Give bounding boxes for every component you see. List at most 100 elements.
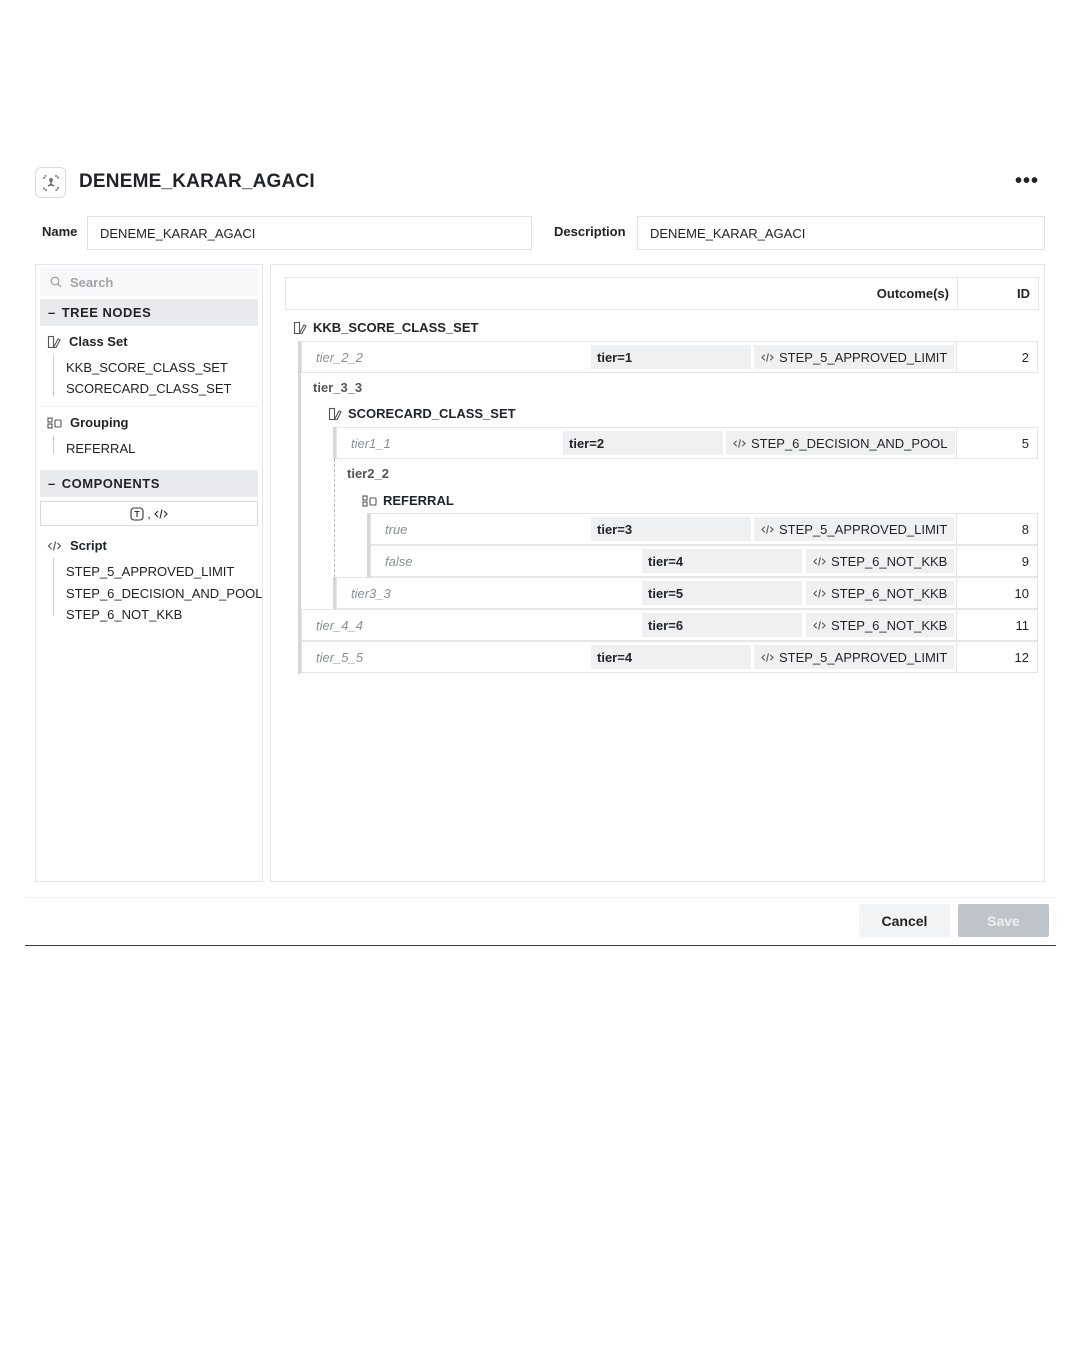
filter-separator: ,: [147, 506, 151, 521]
divider: [40, 406, 258, 407]
tree-row[interactable]: tier_2_2 tier=1 STEP_5_APPROVED_LIMIT 2: [301, 341, 1038, 373]
save-button[interactable]: Save: [958, 904, 1049, 937]
tree-connector: [53, 436, 54, 454]
components-section-header[interactable]: – COMPONENTS: [40, 470, 258, 497]
branch-label: tier1_1: [351, 436, 391, 451]
row-id: 8: [1021, 522, 1029, 537]
name-field[interactable]: DENEME_KARAR_AGACI: [87, 216, 532, 250]
collapse-icon: –: [48, 476, 56, 491]
outcome-chip[interactable]: STEP_6_NOT_KKB: [806, 581, 955, 605]
outcome-chip[interactable]: STEP_5_APPROVED_LIMIT: [754, 645, 955, 669]
class-set-icon: [328, 407, 342, 420]
branch-label: tier3_3: [351, 586, 391, 601]
tree-node-scorecard[interactable]: SCORECARD_CLASS_SET: [328, 406, 516, 421]
script-group: Script: [47, 538, 107, 553]
row-id: 11: [1015, 618, 1030, 633]
row-id: 2: [1021, 350, 1029, 365]
outcome-name: STEP_6_DECISION_AND_POOL: [751, 435, 948, 451]
column-separator: [956, 610, 957, 640]
condition[interactable]: tier=2: [563, 431, 723, 455]
tree-row[interactable]: tier1_1 tier=2 STEP_6_DECISION_AND_POOL …: [336, 427, 1038, 459]
description-label: Description: [554, 224, 626, 239]
id-column-header: ID: [1017, 286, 1030, 301]
column-separator: [956, 642, 957, 672]
branch-label: tier2_2: [347, 466, 389, 481]
branch-label: false: [385, 554, 413, 569]
column-separator: [956, 428, 957, 458]
condition[interactable]: tier=1: [591, 345, 751, 369]
code-icon: [153, 508, 168, 519]
outcome-chip[interactable]: STEP_6_NOT_KKB: [806, 613, 955, 637]
outcome-name: STEP_5_APPROVED_LIMIT: [779, 521, 948, 537]
tree-node-root[interactable]: KKB_SCORE_CLASS_SET: [293, 320, 478, 335]
grouping-group: Grouping: [47, 415, 129, 430]
column-separator: [957, 278, 958, 309]
footer-divider: [25, 897, 1056, 898]
code-icon: [813, 588, 826, 598]
grouping-item[interactable]: REFERRAL: [66, 441, 135, 456]
grouping-icon: [362, 494, 377, 507]
code-icon: [761, 352, 774, 362]
script-label: Script: [70, 538, 107, 553]
cancel-button[interactable]: Cancel: [859, 904, 950, 937]
column-separator: [956, 514, 957, 544]
code-icon: [813, 620, 826, 630]
grouping-icon: [47, 416, 62, 429]
condition[interactable]: tier=6: [642, 613, 802, 637]
branch-label: tier_5_5: [316, 650, 363, 665]
class-set-icon: [293, 321, 307, 334]
row-id: 10: [1014, 586, 1029, 601]
code-icon: [47, 540, 62, 551]
class-set-item[interactable]: SCORECARD_CLASS_SET: [66, 381, 231, 396]
description-field[interactable]: DENEME_KARAR_AGACI: [637, 216, 1045, 250]
tree-connector: [53, 355, 54, 396]
tree-row[interactable]: tier_5_5 tier=4 STEP_5_APPROVED_LIMIT 12: [301, 641, 1038, 673]
class-set-icon: [47, 335, 61, 348]
more-options-button[interactable]: •••: [1015, 170, 1039, 193]
column-separator: [956, 342, 957, 372]
tree-row[interactable]: true tier=3 STEP_5_APPROVED_LIMIT 8: [370, 513, 1038, 545]
script-item[interactable]: STEP_6_DECISION_AND_POOL: [66, 586, 263, 601]
tree-table-header: Outcome(s) ID: [285, 277, 1039, 310]
code-icon: [733, 438, 746, 448]
condition[interactable]: tier=5: [642, 581, 802, 605]
code-icon: [813, 556, 826, 566]
branch-label: tier_2_2: [316, 350, 363, 365]
condition[interactable]: tier=4: [642, 549, 802, 573]
text-component-icon: [130, 506, 144, 521]
outcome-column-header: Outcome(s): [876, 286, 949, 301]
outcome-chip[interactable]: STEP_5_APPROVED_LIMIT: [754, 345, 955, 369]
search-input[interactable]: Search: [40, 268, 258, 296]
search-icon: [50, 276, 62, 288]
outcome-chip[interactable]: STEP_6_NOT_KKB: [806, 549, 955, 573]
row-id: 12: [1014, 650, 1029, 665]
condition[interactable]: tier=3: [591, 517, 751, 541]
script-item[interactable]: STEP_6_NOT_KKB: [66, 607, 182, 622]
tree-row[interactable]: false tier=4 STEP_6_NOT_KKB 9: [370, 545, 1038, 577]
outcome-name: STEP_6_NOT_KKB: [831, 585, 948, 601]
column-separator: [956, 546, 957, 576]
decision-tree-icon: [35, 167, 66, 198]
node-title: KKB_SCORE_CLASS_SET: [313, 320, 479, 335]
tree-row[interactable]: tier_4_4 tier=6 STEP_6_NOT_KKB 11: [301, 609, 1038, 641]
component-type-filter[interactable]: ,: [40, 501, 258, 526]
node-title: SCORECARD_CLASS_SET: [348, 406, 516, 421]
class-set-label: Class Set: [69, 334, 128, 349]
outcome-chip[interactable]: STEP_5_APPROVED_LIMIT: [754, 517, 955, 541]
script-item[interactable]: STEP_5_APPROVED_LIMIT: [66, 564, 234, 579]
branch-label: tier_3_3: [313, 380, 363, 395]
class-set-item[interactable]: KKB_SCORE_CLASS_SET: [66, 360, 228, 375]
condition[interactable]: tier=4: [591, 645, 751, 669]
row-id: 9: [1021, 554, 1029, 569]
tree-nodes-section-header[interactable]: – TREE NODES: [40, 299, 258, 326]
name-label: Name: [42, 224, 78, 239]
tree-node-referral[interactable]: REFERRAL: [362, 493, 454, 508]
outcome-name: STEP_5_APPROVED_LIMIT: [779, 649, 948, 665]
page-title: DENEME_KARAR_AGACI: [79, 171, 315, 192]
tree-row[interactable]: tier3_3 tier=5 STEP_6_NOT_KKB 10: [336, 577, 1038, 609]
components-label: COMPONENTS: [61, 476, 160, 491]
outcome-chip[interactable]: STEP_6_DECISION_AND_POOL: [726, 431, 955, 455]
search-placeholder: Search: [70, 274, 114, 290]
grouping-label: Grouping: [70, 415, 129, 430]
branch-connector: [334, 459, 335, 577]
